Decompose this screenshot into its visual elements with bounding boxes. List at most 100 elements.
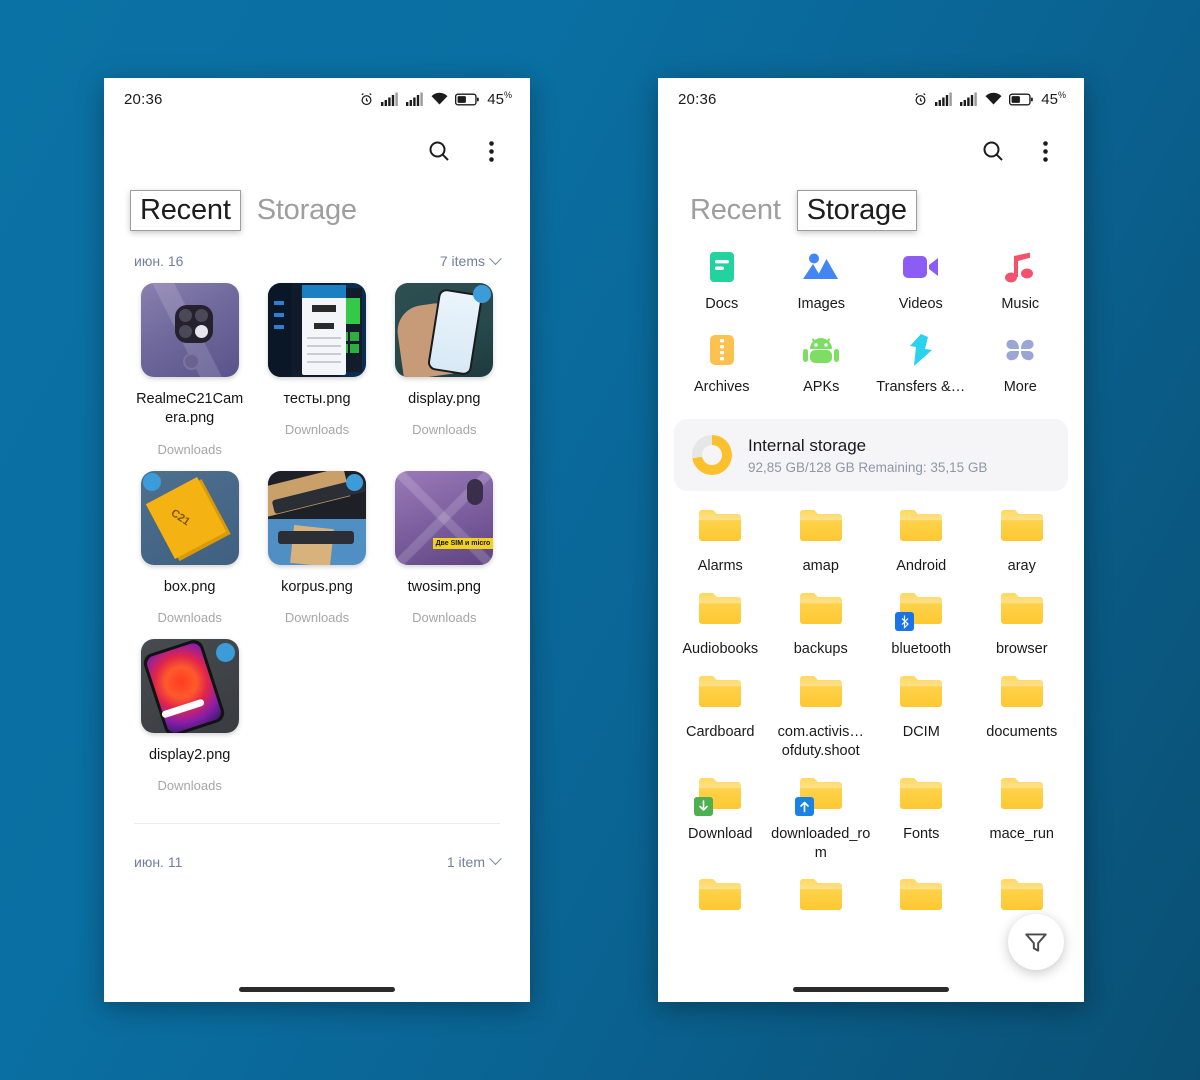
phone-screen-recent: 20:36 45% Recent Storage июн. 16 7 items xyxy=(104,78,530,1002)
list-item[interactable]: display2.png Downloads xyxy=(126,638,253,793)
category-label: Music xyxy=(1001,296,1040,313)
folder-icon xyxy=(998,507,1046,547)
section-count-toggle[interactable]: 1 item xyxy=(446,852,502,870)
internal-storage-card[interactable]: Internal storage 92,85 GB/128 GB Remaini… xyxy=(674,419,1068,492)
signal-sim2-icon xyxy=(960,92,978,106)
folder-item[interactable]: com.activis…ofduty.shoot xyxy=(771,673,872,761)
folder-icon xyxy=(694,775,744,816)
folder-label: mace_run xyxy=(989,825,1054,842)
file-location: Downloads xyxy=(412,422,477,438)
folder-label: Audiobooks xyxy=(682,641,759,658)
folder-label: DCIM xyxy=(902,724,940,741)
more-options-icon[interactable] xyxy=(476,136,506,166)
list-item[interactable]: RealmeC21Camera.png Downloads xyxy=(126,283,253,457)
action-bar xyxy=(658,120,1084,182)
folder-label: aray xyxy=(1007,558,1036,575)
category-more[interactable]: More xyxy=(971,332,1071,395)
folder-item[interactable]: Fonts xyxy=(871,775,972,863)
file-name: box.png xyxy=(163,578,216,595)
list-item[interactable]: box.png Downloads xyxy=(126,470,253,625)
folder-item[interactable]: backups xyxy=(771,590,872,659)
battery-icon xyxy=(455,92,480,106)
folder-icon xyxy=(696,590,744,630)
category-transfers[interactable]: Transfers &… xyxy=(871,332,971,395)
folder-item[interactable]: documents xyxy=(972,673,1073,761)
status-time: 20:36 xyxy=(678,90,717,108)
tab-recent[interactable]: Recent xyxy=(130,190,241,232)
home-indicator[interactable] xyxy=(239,987,395,992)
folder-icon xyxy=(797,876,845,916)
folder-item[interactable]: mace_run xyxy=(972,775,1073,863)
list-item[interactable]: тесты.png Downloads xyxy=(253,283,380,456)
category-music[interactable]: Music xyxy=(971,249,1071,312)
folder-item[interactable]: browser xyxy=(972,590,1073,659)
images-icon xyxy=(803,249,839,285)
more-grid-icon xyxy=(1002,332,1038,368)
folder-item[interactable]: Audiobooks xyxy=(670,590,771,659)
category-label: Archives xyxy=(693,379,750,396)
folder-label: com.activis…ofduty.shoot xyxy=(777,724,864,759)
search-icon[interactable] xyxy=(424,136,454,166)
tab-bar: Recent Storage xyxy=(104,182,530,232)
search-icon[interactable] xyxy=(978,136,1008,166)
category-apks[interactable]: APKs xyxy=(772,332,872,395)
category-videos[interactable]: Videos xyxy=(871,249,971,312)
file-thumbnail xyxy=(395,283,494,378)
folder-item[interactable] xyxy=(871,876,972,926)
videos-icon xyxy=(902,249,939,285)
category-archives[interactable]: Archives xyxy=(672,332,772,395)
filter-fab-button[interactable] xyxy=(1008,914,1064,970)
file-thumbnail xyxy=(140,283,239,378)
tab-storage[interactable]: Storage xyxy=(247,190,367,231)
folder-icon xyxy=(998,876,1046,916)
tab-recent[interactable]: Recent xyxy=(680,190,791,231)
bluetooth-badge-icon xyxy=(895,612,915,632)
folder-icon xyxy=(998,775,1046,815)
apk-icon xyxy=(803,332,840,368)
section-count-label: 7 items xyxy=(439,253,485,270)
category-docs[interactable]: Docs xyxy=(672,249,772,312)
more-options-icon[interactable] xyxy=(1030,136,1060,166)
alarm-icon xyxy=(361,92,372,105)
file-location: Downloads xyxy=(284,422,350,438)
list-item[interactable]: Две SIM и micro twosim.png Downloads xyxy=(381,470,508,625)
section-count-label: 1 item xyxy=(446,853,485,870)
list-item[interactable]: korpus.png Downloads xyxy=(253,470,380,625)
folder-icon xyxy=(696,507,744,547)
home-indicator[interactable] xyxy=(793,987,949,992)
signal-sim1-icon xyxy=(381,92,399,106)
section-count-toggle[interactable]: 7 items xyxy=(439,252,502,270)
folder-item[interactable]: bluetooth xyxy=(871,590,972,659)
folder-label: documents xyxy=(986,724,1058,741)
folder-item[interactable]: amap xyxy=(771,507,872,576)
folder-item[interactable]: Android xyxy=(871,507,972,576)
category-images[interactable]: Images xyxy=(772,249,872,312)
tab-storage[interactable]: Storage xyxy=(796,190,917,232)
folder-item[interactable]: DCIM xyxy=(871,673,972,761)
status-time: 20:36 xyxy=(124,90,163,108)
category-label: Images xyxy=(797,296,846,313)
storage-ring-icon xyxy=(692,435,732,476)
folder-label: bluetooth xyxy=(891,641,952,658)
folder-label: Android xyxy=(896,558,947,575)
file-thumbnail xyxy=(267,283,366,378)
folder-icon xyxy=(998,673,1046,713)
wifi-icon xyxy=(431,92,448,105)
category-label: Videos xyxy=(898,296,943,313)
folder-icon xyxy=(998,590,1046,630)
battery-percent: 45% xyxy=(487,90,512,108)
folder-item[interactable]: downloaded_rom xyxy=(771,775,872,863)
folder-item[interactable]: Download xyxy=(670,775,771,863)
signal-sim1-icon xyxy=(935,92,953,106)
folder-item[interactable]: aray xyxy=(972,507,1073,576)
folder-icon xyxy=(897,876,945,916)
folder-item[interactable] xyxy=(771,876,872,926)
list-item[interactable]: display.png Downloads xyxy=(381,283,508,456)
file-location: Downloads xyxy=(157,777,222,793)
folder-item[interactable]: Cardboard xyxy=(670,673,771,761)
folder-item[interactable]: Alarms xyxy=(670,507,771,576)
file-name: twosim.png xyxy=(407,578,481,595)
file-name: тесты.png xyxy=(283,391,351,408)
section-date: июн. 16 xyxy=(134,253,184,270)
folder-item[interactable] xyxy=(670,876,771,926)
